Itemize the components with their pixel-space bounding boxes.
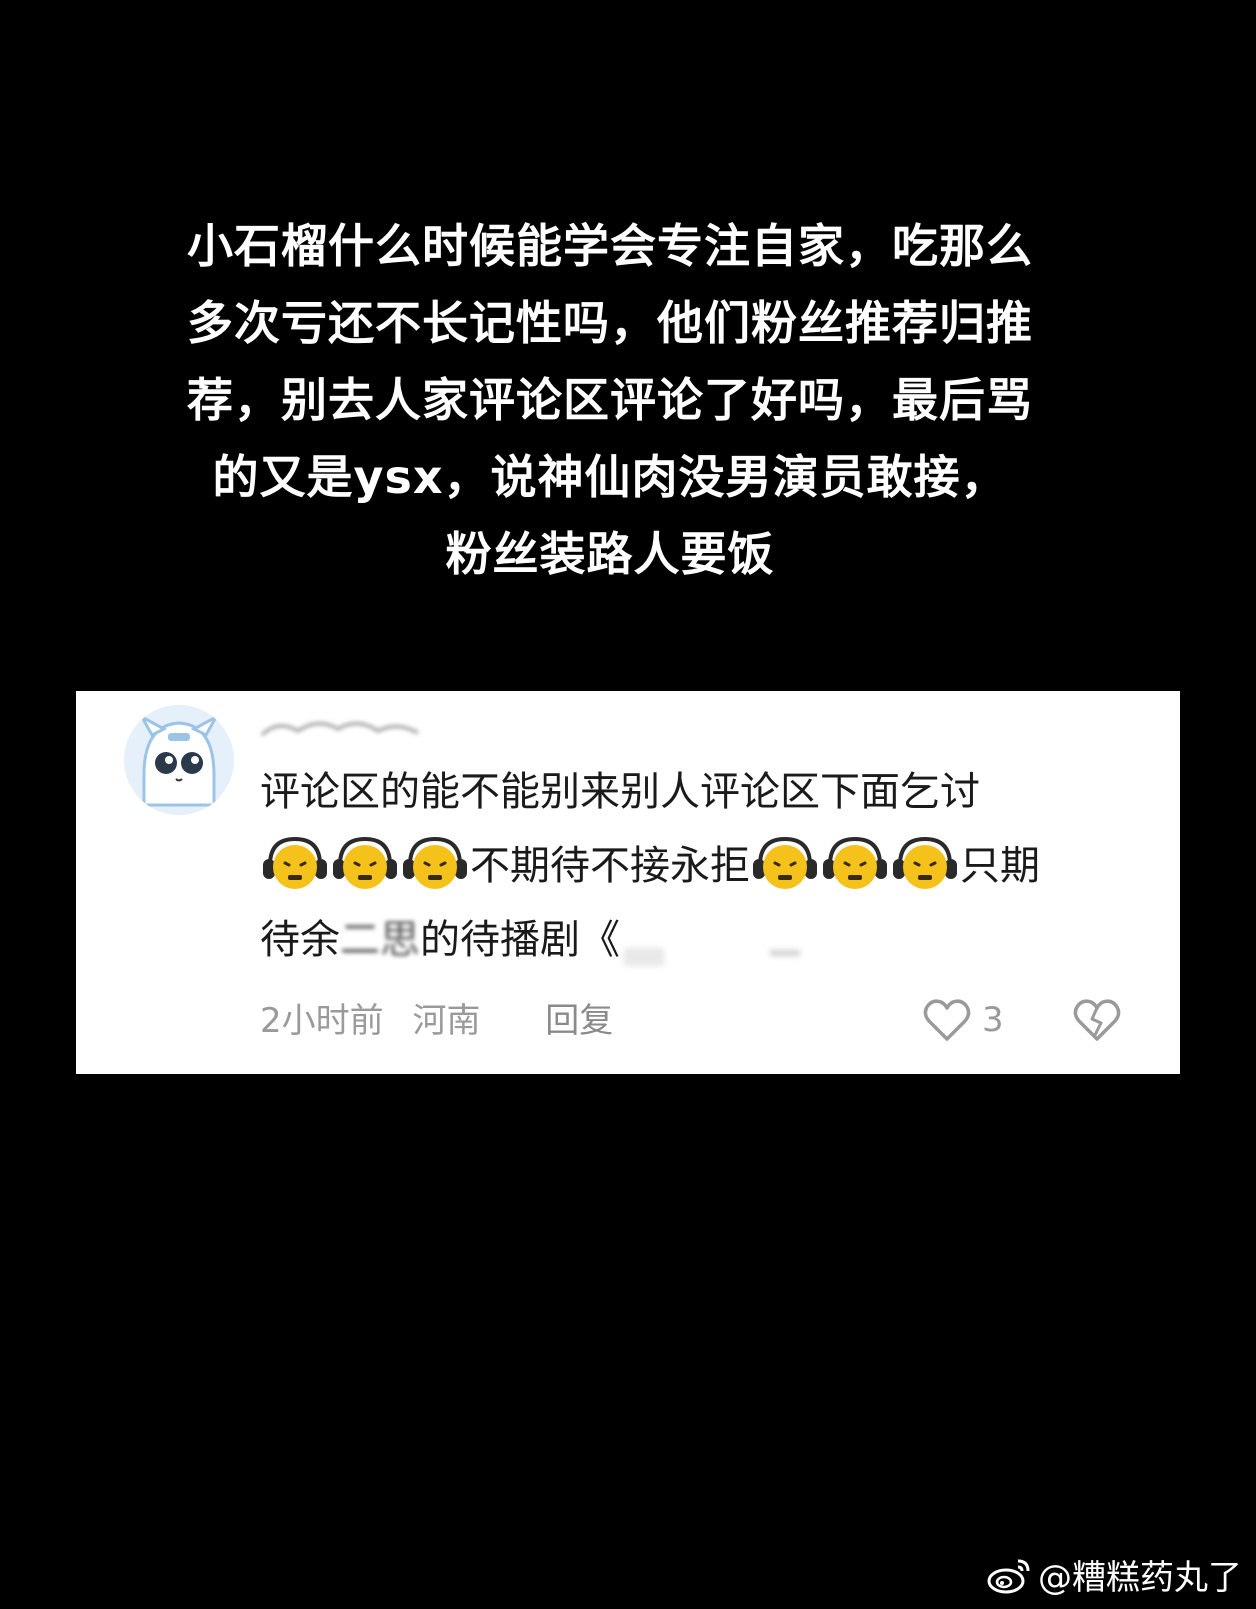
watermark-text: @糟糕药丸了 xyxy=(1038,1558,1242,1598)
headline-line: 荐，别去人家评论区评论了好吗，最后骂 xyxy=(187,373,1033,427)
headline-line: 多次亏还不长记性吗，他们粉丝推荐归推 xyxy=(187,296,1033,350)
headphone-frown-emoji-icon xyxy=(820,833,890,895)
dislike-button[interactable] xyxy=(1072,997,1122,1047)
like-count: 3 xyxy=(982,1000,1004,1040)
blurred-name-shape xyxy=(260,722,419,737)
headline-text: 小石榴什么时候能学会专注自家，吃那么 多次亏还不长记性吗，他们粉丝推荐归推 荐，… xyxy=(110,208,1110,593)
comment-text-segment: 只期 xyxy=(960,843,1040,889)
headphone-frown-emoji-icon xyxy=(400,833,470,895)
comment-text-blurred: 二思 xyxy=(340,917,420,963)
avatar[interactable] xyxy=(124,705,234,815)
headline-line: 粉丝装路人要饭 xyxy=(445,527,775,581)
heart-outline-icon xyxy=(923,999,971,1041)
headline-line: 的又是ysx，说神仙肉没男演员敢接， xyxy=(212,450,1008,504)
reply-button[interactable]: 回复 xyxy=(545,1001,613,1041)
comment-text-segment: 不期待不接永拒 xyxy=(470,843,750,889)
comment-body: 评论区的能不能别来别人评论区下面乞讨 不期待不接永拒 只期 待余二思的待播剧《 xyxy=(260,755,1140,977)
comment-meta: 2小时前 河南 回复 xyxy=(260,993,631,1042)
comment-text-segment: 待余 xyxy=(260,917,340,963)
headphone-frown-emoji-icon xyxy=(890,833,960,895)
comment-text-segment: 的待播剧《 xyxy=(420,917,620,963)
watermark: @糟糕药丸了 xyxy=(986,1550,1242,1599)
comment-card: 评论区的能不能别来别人评论区下面乞讨 不期待不接永拒 只期 待余二思的待播剧《 2… xyxy=(76,691,1180,1074)
username-blurred[interactable] xyxy=(258,713,458,743)
blurred-title-shape xyxy=(624,948,800,966)
headphone-frown-emoji-icon xyxy=(750,833,820,895)
like-button[interactable]: 3 xyxy=(922,997,1004,1043)
comment-line-2: 不期待不接永拒 只期 xyxy=(260,829,1140,903)
headphone-frown-emoji-icon xyxy=(330,833,400,895)
headline-line: 小石榴什么时候能学会专注自家，吃那么 xyxy=(187,219,1033,273)
broken-heart-icon xyxy=(1073,999,1121,1041)
comment-location: 河南 xyxy=(412,1001,481,1041)
comment-time: 2小时前 xyxy=(260,1001,384,1041)
weibo-logo-icon xyxy=(987,1559,1030,1593)
comment-line-1: 评论区的能不能别来别人评论区下面乞讨 xyxy=(260,769,980,815)
blurred-title-region xyxy=(620,924,850,966)
comment-line-3: 待余二思的待播剧《 xyxy=(260,903,1140,977)
headphone-frown-emoji-icon xyxy=(260,833,330,895)
avatar-character-icon xyxy=(124,705,234,815)
